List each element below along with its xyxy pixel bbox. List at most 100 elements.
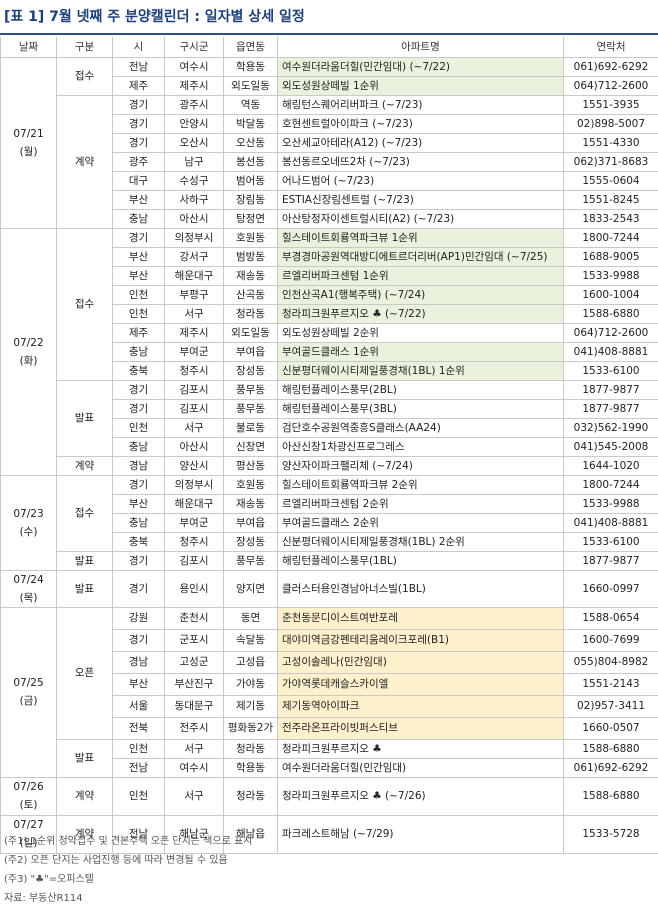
type-cell: 발표 xyxy=(57,380,113,456)
gu-cell: 제주시 xyxy=(165,323,224,342)
apt-cell: 클러스터용인경남아너스빌(1BL) xyxy=(278,570,564,607)
table-row: 07/22(화) 접수 경기의정부시호원동힐스테이트회룡역파크뷰 1순위1800… xyxy=(1,228,658,247)
source-note: 자료: 부동산R114 xyxy=(4,889,252,908)
gu-cell: 안양시 xyxy=(165,114,224,133)
gu-cell: 부산진구 xyxy=(165,673,224,695)
si-cell: 제주 xyxy=(113,76,165,95)
apt-cell: 힐스테이트회룡역파크뷰 2순위 xyxy=(278,475,564,494)
dong-cell: 청라동 xyxy=(224,304,278,323)
table-row: 발표 경기김포시풍무동해링턴플레이스풍무(1BL)1877-9877 xyxy=(1,551,658,570)
apt-cell: 부여골드클래스 2순위 xyxy=(278,513,564,532)
tel-cell: 064)712-2600 xyxy=(564,76,658,95)
si-cell: 충북 xyxy=(113,361,165,380)
type-cell: 접수 xyxy=(57,228,113,380)
dong-cell: 양지면 xyxy=(224,570,278,607)
table-row: 발표 인천서구청라동청라피크원푸르지오 ♣1588-6880 xyxy=(1,739,658,758)
table-row: 07/21(월) 접수 전남여수시학용동여수원더라움더힐(민간임대) (~7/2… xyxy=(1,57,658,76)
tel-cell: 1600-1004 xyxy=(564,285,658,304)
date-cell: 07/25(금) xyxy=(1,607,57,777)
tel-cell: 1533-9988 xyxy=(564,494,658,513)
si-cell: 충남 xyxy=(113,437,165,456)
gu-cell: 부평구 xyxy=(165,285,224,304)
apt-cell: 어나드범어 (~7/23) xyxy=(278,171,564,190)
apt-cell: 대야미역금강펜테리움레이크포레(B1) xyxy=(278,629,564,651)
tel-cell: 1588-6880 xyxy=(564,739,658,758)
gu-cell: 수성구 xyxy=(165,171,224,190)
apt-cell: 양산자이파크팰리체 (~7/24) xyxy=(278,456,564,475)
dong-cell: 호원동 xyxy=(224,475,278,494)
gu-cell: 해운대구 xyxy=(165,266,224,285)
table-title: [표 1] 7월 넷째 주 분양캘린더 : 일자별 상세 일정 xyxy=(4,6,305,26)
apt-cell: 청라피크원푸르지오 ♣ xyxy=(278,739,564,758)
gu-cell: 광주시 xyxy=(165,95,224,114)
dong-cell: 불로동 xyxy=(224,418,278,437)
gu-cell: 김포시 xyxy=(165,551,224,570)
tel-cell: 055)804-8982 xyxy=(564,651,658,673)
si-cell: 경기 xyxy=(113,551,165,570)
apt-cell: 부여골드클래스 1순위 xyxy=(278,342,564,361)
dong-cell: 장성동 xyxy=(224,361,278,380)
si-cell: 충북 xyxy=(113,532,165,551)
si-cell: 경남 xyxy=(113,651,165,673)
tel-cell: 1660-0997 xyxy=(564,570,658,607)
apt-cell: 르엘리버파크센텀 1순위 xyxy=(278,266,564,285)
dong-cell: 신창면 xyxy=(224,437,278,456)
apt-cell: 오산세교아테라(A12) (~7/23) xyxy=(278,133,564,152)
dong-cell: 부여읍 xyxy=(224,513,278,532)
si-cell: 부산 xyxy=(113,673,165,695)
si-cell: 충남 xyxy=(113,342,165,361)
si-cell: 부산 xyxy=(113,247,165,266)
gu-cell: 서구 xyxy=(165,418,224,437)
si-cell: 인천 xyxy=(113,739,165,758)
gu-cell: 서구 xyxy=(165,777,224,815)
tel-cell: 1600-7699 xyxy=(564,629,658,651)
tel-cell: 1533-9988 xyxy=(564,266,658,285)
dong-cell: 오산동 xyxy=(224,133,278,152)
table-row: 07/23(수) 접수 경기의정부시호원동힐스테이트회룡역파크뷰 2순위1800… xyxy=(1,475,658,494)
dong-cell: 재송동 xyxy=(224,494,278,513)
dong-cell: 청라동 xyxy=(224,777,278,815)
dong-cell: 학용동 xyxy=(224,57,278,76)
dong-cell: 부여읍 xyxy=(224,342,278,361)
type-cell: 발표 xyxy=(57,551,113,570)
gu-cell: 부여군 xyxy=(165,513,224,532)
tel-cell: 1551-8245 xyxy=(564,190,658,209)
apt-cell: 청라피크원푸르지오 ♣ (~7/26) xyxy=(278,777,564,815)
tel-cell: 02)957-3411 xyxy=(564,695,658,717)
apt-cell: 아산탕정자이센트럴시티(A2) (~7/23) xyxy=(278,209,564,228)
dong-cell: 범방동 xyxy=(224,247,278,266)
apt-cell: 여수원더라움더힐(민간임대) xyxy=(278,758,564,777)
dong-cell: 제기동 xyxy=(224,695,278,717)
gu-cell: 양산시 xyxy=(165,456,224,475)
dong-cell: 평화동2가 xyxy=(224,717,278,739)
tel-cell: 064)712-2600 xyxy=(564,323,658,342)
si-cell: 제주 xyxy=(113,323,165,342)
type-cell: 접수 xyxy=(57,475,113,551)
si-cell: 인천 xyxy=(113,304,165,323)
header-tel: 연락처 xyxy=(564,37,658,57)
header-apt: 아파트명 xyxy=(278,37,564,57)
apt-cell: 해링턴플레이스풍무(1BL) xyxy=(278,551,564,570)
tel-cell: 1533-5728 xyxy=(564,815,658,853)
tel-cell: 1588-6880 xyxy=(564,777,658,815)
si-cell: 서울 xyxy=(113,695,165,717)
footnotes: (주1) 1순위 청약접수 및 견본주택 오픈 단지는 색으로 표시 (주2) … xyxy=(4,832,252,908)
tel-cell: 1833-2543 xyxy=(564,209,658,228)
apt-cell: 고성이솔레나(민간임대) xyxy=(278,651,564,673)
date-cell: 07/22(화) xyxy=(1,228,57,475)
dong-cell: 가야동 xyxy=(224,673,278,695)
gu-cell: 해운대구 xyxy=(165,494,224,513)
gu-cell: 강서구 xyxy=(165,247,224,266)
tel-cell: 1533-6100 xyxy=(564,361,658,380)
tel-cell: 041)408-8881 xyxy=(564,342,658,361)
dong-cell: 호원동 xyxy=(224,228,278,247)
si-cell: 경기 xyxy=(113,95,165,114)
si-cell: 경기 xyxy=(113,399,165,418)
apt-cell: 춘천동문디이스트여반포레 xyxy=(278,607,564,629)
tel-cell: 061)692-6292 xyxy=(564,758,658,777)
dong-cell: 학용동 xyxy=(224,758,278,777)
apt-cell: 르엘리버파크센텀 2순위 xyxy=(278,494,564,513)
si-cell: 부산 xyxy=(113,494,165,513)
date-cell: 07/23(수) xyxy=(1,475,57,570)
si-cell: 인천 xyxy=(113,777,165,815)
